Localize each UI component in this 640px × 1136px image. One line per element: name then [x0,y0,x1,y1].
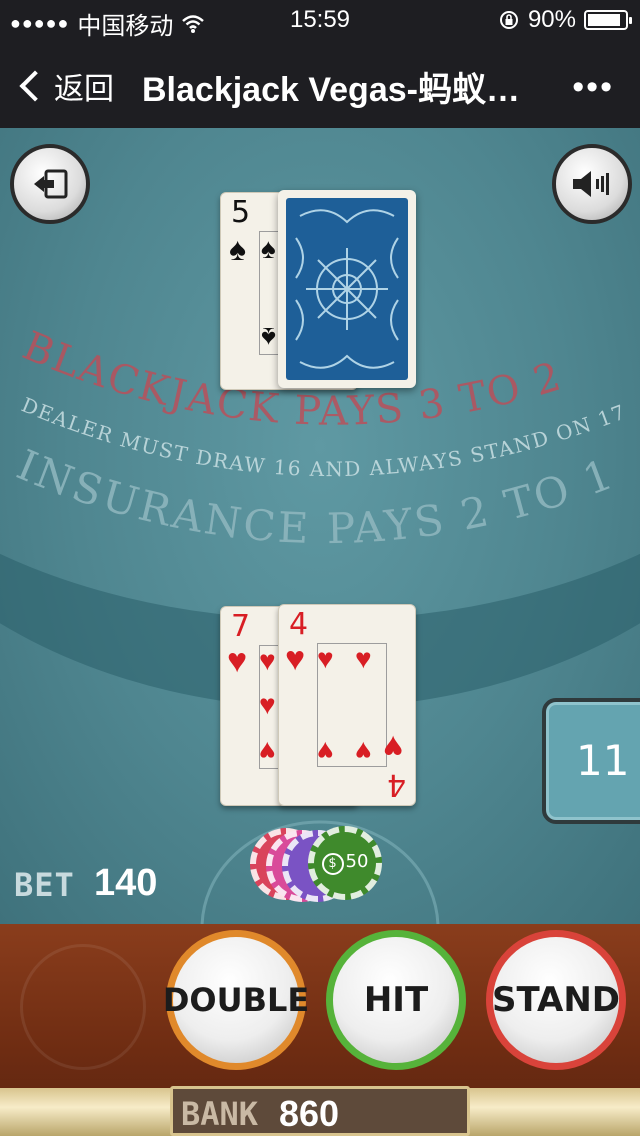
spade-icon: ♠ [261,233,276,264]
spade-icon: ♠ [229,231,246,267]
bet-label: BET [14,866,75,904]
player-card-2: 4 ♥ ♥ ♥ ♥ ♥ ♥ 4 [278,604,416,806]
card-rank: 5 [231,195,251,230]
heart-icon: ♥ [317,643,334,674]
hit-label: HIT [363,980,429,1020]
bank-value: 860 [279,1093,340,1134]
blackjack-table: BLACKJACK PAYS 3 TO 2 DEALER MUST DRAW 1… [0,128,640,924]
spade-icon: ♠ [261,322,276,353]
heart-icon: ♥ [259,689,276,720]
card-rank: 7 [231,609,251,644]
controls-panel: DOUBLE HIT STAND BANK 860 [0,924,640,1136]
battery-percent: 90% [527,6,576,33]
dealer-card-facedown [278,190,416,388]
back-button[interactable]: 返回 [18,64,114,108]
back-label: 返回 [54,73,114,106]
player-score-box: 11 [542,698,640,824]
status-bar: ●●●●● 中国移动 15:59 90% [0,0,640,40]
chip-green: $50 [308,826,382,900]
rotation-lock-icon [499,11,518,29]
player-score: 11 [576,736,630,785]
stand-label: STAND [491,980,621,1020]
rail-ornament [20,944,146,1070]
card-back-ornament-icon [295,209,399,369]
heart-icon: ♥ [355,736,372,767]
bank-label: BANK [181,1095,259,1133]
chevron-left-icon [19,70,51,102]
heart-icon: ♥ [285,640,306,678]
heart-icon: ♥ [227,642,248,680]
battery-icon [584,10,632,30]
double-label: DOUBLE [162,981,310,1019]
bank-display: BANK 860 [170,1086,470,1136]
card-rank: 4 [289,607,309,642]
chip-value: $50 [321,851,369,875]
heart-icon: ♥ [383,728,404,766]
nav-bar: 返回 Blackjack Vegas-蚂蚁… ••• [0,40,640,128]
status-right: 90% [498,6,632,34]
stand-button[interactable]: STAND [486,930,626,1070]
card-back-pattern [286,198,408,380]
chip-value-text: 50 [345,851,369,872]
page-title: Blackjack Vegas-蚂蚁… [142,71,520,109]
double-button[interactable]: DOUBLE [162,930,310,1070]
battery-fill [588,14,621,26]
heart-icon: ♥ [317,736,334,767]
more-menu-button[interactable]: ••• [572,68,614,107]
hit-button[interactable]: HIT [326,930,466,1070]
heart-icon: ♥ [355,643,372,674]
heart-icon: ♥ [259,736,276,767]
dollar-icon: $ [321,853,344,875]
bet-value: 140 [94,862,158,904]
heart-icon: ♥ [259,645,276,676]
card-rank-bottom: 4 [387,767,407,802]
